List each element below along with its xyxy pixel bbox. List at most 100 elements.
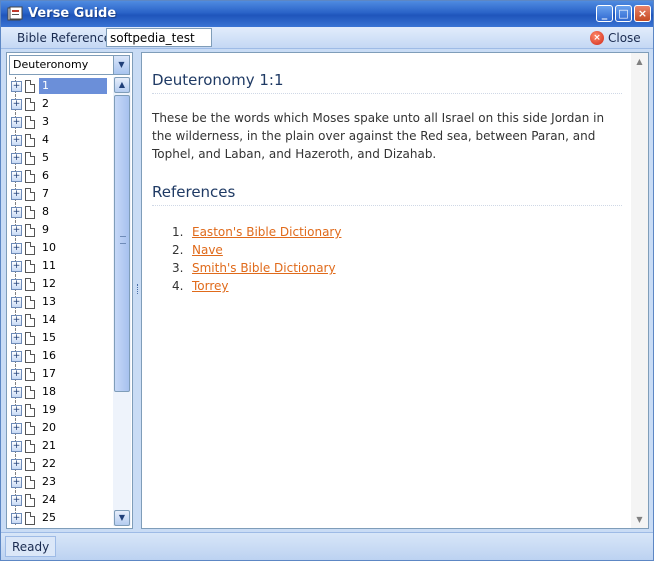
tree-item-chapter[interactable]: +8 — [9, 203, 113, 221]
status-text: Ready — [5, 536, 57, 557]
chapter-label: 22 — [42, 457, 56, 470]
chapter-label: 13 — [42, 295, 56, 308]
tree-item-chapter[interactable]: +25 — [9, 509, 113, 526]
chapter-label: 11 — [42, 259, 56, 272]
content-scrollbar[interactable]: ▲ ▼ — [631, 53, 648, 528]
expand-icon[interactable]: + — [11, 404, 22, 416]
expand-icon[interactable]: + — [11, 188, 22, 200]
close-circle-icon: × — [590, 31, 604, 45]
page-icon — [25, 169, 35, 183]
tree-item-chapter[interactable]: +16 — [9, 347, 113, 365]
page-icon — [25, 115, 35, 129]
tree-item-chapter[interactable]: +13 — [9, 293, 113, 311]
tree-item-chapter[interactable]: +7 — [9, 185, 113, 203]
chapter-label: 23 — [42, 475, 56, 488]
tree-item-chapter[interactable]: +19 — [9, 401, 113, 419]
tree-item-chapter[interactable]: +10 — [9, 239, 113, 257]
title-bar[interactable]: Verse Guide _ □ × — [1, 1, 653, 27]
chevron-down-icon[interactable]: ▼ — [113, 56, 129, 74]
reference-link[interactable]: Smith's Bible Dictionary — [192, 259, 336, 277]
tree-item-chapter[interactable]: +15 — [9, 329, 113, 347]
tree-item-chapter[interactable]: +5 — [9, 149, 113, 167]
page-icon — [25, 295, 35, 309]
expand-icon[interactable]: + — [11, 224, 22, 236]
expand-icon[interactable]: + — [11, 314, 22, 326]
reference-link[interactable]: Nave — [192, 241, 223, 259]
page-icon — [25, 457, 35, 471]
tree-item-chapter[interactable]: +3 — [9, 113, 113, 131]
tree-item-chapter[interactable]: +2 — [9, 95, 113, 113]
tree-item-chapter[interactable]: +12 — [9, 275, 113, 293]
expand-icon[interactable]: + — [11, 296, 22, 308]
page-icon — [25, 385, 35, 399]
book-select[interactable]: Deuteronomy ▼ — [9, 55, 130, 75]
chapter-label: 3 — [42, 115, 49, 128]
chapter-label: 14 — [42, 313, 56, 326]
tree-item-chapter[interactable]: +24 — [9, 491, 113, 509]
chapter-label: 7 — [42, 187, 49, 200]
expand-icon[interactable]: + — [11, 260, 22, 272]
expand-icon[interactable]: + — [11, 116, 22, 128]
tree-item-chapter[interactable]: +9 — [9, 221, 113, 239]
expand-icon[interactable]: + — [11, 494, 22, 506]
expand-icon[interactable]: + — [11, 170, 22, 182]
page-icon — [25, 187, 35, 201]
tree-item-chapter[interactable]: +11 — [9, 257, 113, 275]
expand-icon[interactable]: + — [11, 422, 22, 434]
expand-icon[interactable]: + — [11, 332, 22, 344]
close-button[interactable]: × Close — [590, 29, 641, 47]
bible-reference-input[interactable] — [106, 28, 212, 47]
expand-icon[interactable]: + — [11, 134, 22, 146]
expand-icon[interactable]: + — [11, 98, 22, 110]
tree-item-chapter[interactable]: +1 — [9, 77, 113, 95]
expand-icon[interactable]: + — [11, 206, 22, 218]
scroll-down-button[interactable]: ▼ — [114, 510, 130, 526]
window-close-button[interactable]: × — [634, 5, 651, 22]
scroll-thumb[interactable] — [114, 95, 130, 392]
expand-icon[interactable]: + — [11, 512, 22, 524]
minimize-button[interactable]: _ — [596, 5, 613, 22]
tree-item-chapter[interactable]: +6 — [9, 167, 113, 185]
tree-item-chapter[interactable]: +17 — [9, 365, 113, 383]
chapter-label: 20 — [42, 421, 56, 434]
reference-link[interactable]: Torrey — [192, 277, 229, 295]
tree-item-chapter[interactable]: +14 — [9, 311, 113, 329]
page-icon — [25, 367, 35, 381]
expand-icon[interactable]: + — [11, 350, 22, 362]
reference-item: 1. Easton's Bible Dictionary — [172, 223, 341, 241]
tree-scrollbar[interactable]: ▲ ▼ — [113, 77, 131, 526]
expand-icon[interactable]: + — [11, 242, 22, 254]
reference-number: 3. — [172, 261, 184, 275]
expand-icon[interactable]: + — [11, 80, 22, 92]
expand-icon[interactable]: + — [11, 386, 22, 398]
page-icon — [25, 259, 35, 273]
chapter-label: 21 — [42, 439, 56, 452]
tree-item-chapter[interactable]: +18 — [9, 383, 113, 401]
reference-item: 4. Torrey — [172, 277, 341, 295]
content-scroll-down-icon[interactable]: ▼ — [631, 511, 648, 528]
maximize-button[interactable]: □ — [615, 5, 632, 22]
page-icon — [25, 79, 35, 93]
tree-item-chapter[interactable]: +4 — [9, 131, 113, 149]
page-icon — [25, 313, 35, 327]
reference-number: 2. — [172, 243, 184, 257]
expand-icon[interactable]: + — [11, 278, 22, 290]
reference-link[interactable]: Easton's Bible Dictionary — [192, 223, 341, 241]
expand-icon[interactable]: + — [11, 152, 22, 164]
status-bar: Ready — [1, 532, 653, 560]
reference-number: 1. — [172, 225, 184, 239]
tree-item-chapter[interactable]: +21 — [9, 437, 113, 455]
page-icon — [25, 205, 35, 219]
expand-icon[interactable]: + — [11, 368, 22, 380]
content-scroll-up-icon[interactable]: ▲ — [631, 53, 648, 70]
verse-title: Deuteronomy 1:1 — [152, 71, 622, 94]
tree-item-chapter[interactable]: +22 — [9, 455, 113, 473]
scroll-up-button[interactable]: ▲ — [114, 77, 130, 93]
expand-icon[interactable]: + — [11, 440, 22, 452]
tree-item-chapter[interactable]: +20 — [9, 419, 113, 437]
reference-item: 3. Smith's Bible Dictionary — [172, 259, 341, 277]
tree-item-chapter[interactable]: +23 — [9, 473, 113, 491]
chapter-label: 17 — [42, 367, 56, 380]
expand-icon[interactable]: + — [11, 476, 22, 488]
expand-icon[interactable]: + — [11, 458, 22, 470]
